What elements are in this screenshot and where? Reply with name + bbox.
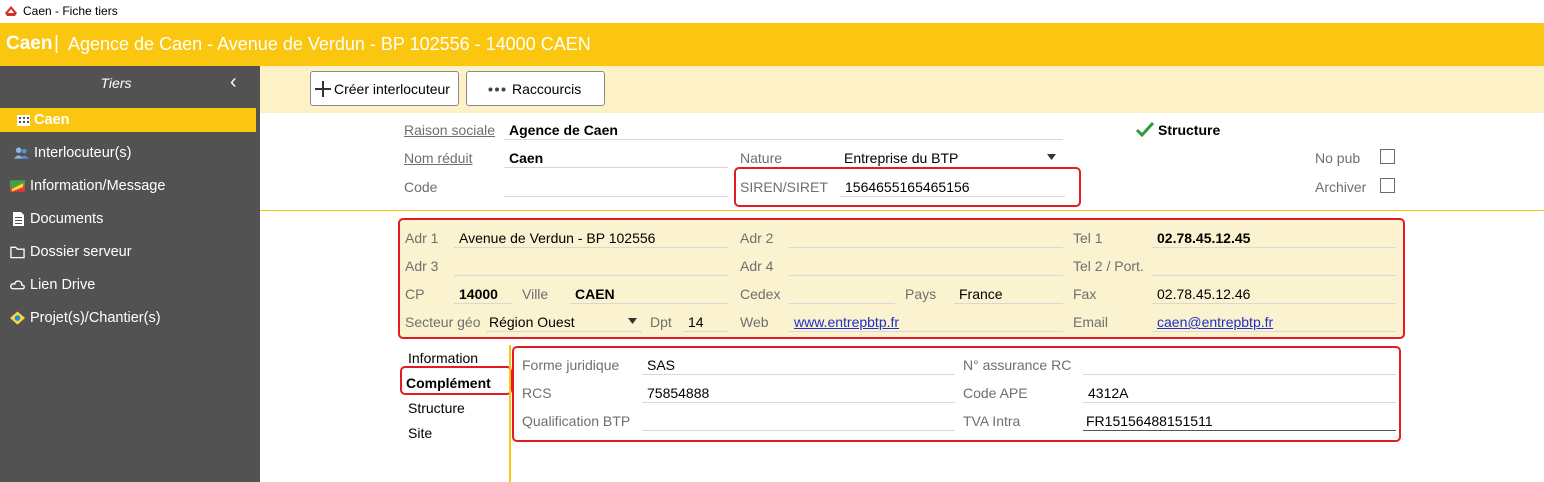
project-icon: [10, 311, 25, 325]
toolbar: Créer interlocuteur Raccourcis: [260, 66, 1544, 113]
shortcuts-button[interactable]: Raccourcis: [466, 71, 605, 106]
chevron-down-icon: [1047, 154, 1056, 160]
sidebar-item-information-message[interactable]: Information/Message: [0, 174, 256, 198]
check-icon: [1136, 121, 1154, 137]
page-header: Caen | Agence de Caen - Avenue de Verdun…: [0, 23, 1544, 66]
sidebar-item-label: Lien Drive: [30, 277, 96, 293]
code-label: Code: [404, 179, 438, 195]
nature-label: Nature: [740, 150, 783, 166]
folder-icon: [10, 246, 25, 259]
cloud-icon: [10, 280, 25, 290]
sidebar-item-documents[interactable]: Documents: [0, 207, 256, 231]
structure-status: Structure: [1158, 122, 1221, 138]
archiver-label: Archiver: [1315, 179, 1367, 195]
window-titlebar: Caen - Fiche tiers: [0, 0, 1544, 23]
siren-highlight: [734, 167, 1081, 207]
tab-information[interactable]: Information: [408, 350, 478, 366]
no-pub-label: No pub: [1315, 150, 1361, 166]
tab-divider: [509, 345, 511, 482]
document-icon: [13, 212, 24, 226]
sidebar-item-label: Projet(s)/Chantier(s): [30, 310, 161, 326]
sidebar-item-label: Information/Message: [30, 178, 166, 194]
raison-sociale-field[interactable]: Agence de Caen: [509, 122, 618, 138]
no-pub-checkbox[interactable]: [1380, 149, 1395, 164]
sidebar-item-dossier-serveur[interactable]: Dossier serveur: [0, 240, 256, 264]
sidebar-item-projets-chantiers[interactable]: Projet(s)/Chantier(s): [0, 306, 256, 330]
sidebar-item-interlocuteurs[interactable]: Interlocuteur(s): [0, 141, 256, 165]
tab-site[interactable]: Site: [408, 425, 432, 441]
shortcuts-label: Raccourcis: [512, 81, 582, 97]
field-underline: [504, 139, 1063, 140]
sidebar-title: Tiers: [100, 75, 132, 91]
tab-complement-highlight: [400, 366, 512, 395]
sidebar-item-label: Caen: [34, 112, 70, 128]
building-icon: [17, 115, 30, 126]
plus-icon: [315, 81, 331, 97]
app-logo-icon: [5, 6, 17, 16]
more-dots-icon: [488, 87, 506, 92]
nom-reduit-label: Nom réduit: [404, 150, 473, 166]
nom-reduit-field[interactable]: Caen: [509, 150, 543, 166]
sidebar-item-lien-drive[interactable]: Lien Drive: [0, 273, 256, 297]
nature-select[interactable]: Entreprise du BTP: [840, 148, 1065, 168]
collapse-sidebar-icon[interactable]: ‹: [230, 71, 237, 94]
sidebar: Tiers ‹ Caen Interlocuteur(s) Informatio…: [0, 66, 260, 482]
complement-highlight: [512, 346, 1401, 442]
window-title: Caen - Fiche tiers: [23, 4, 118, 18]
field-underline: [504, 167, 728, 168]
address-highlight: [398, 218, 1405, 339]
archiver-checkbox[interactable]: [1380, 178, 1395, 193]
create-contact-button[interactable]: Créer interlocuteur: [310, 71, 459, 106]
sidebar-item-label: Dossier serveur: [30, 244, 132, 260]
sidebar-item-label: Documents: [30, 211, 104, 227]
section-divider: [260, 210, 1544, 211]
field-underline: [504, 196, 728, 197]
sidebar-item-caen[interactable]: Caen: [0, 108, 256, 132]
flag-icon: [10, 180, 25, 192]
raison-sociale-label: Raison sociale: [404, 122, 496, 138]
nature-value: Entreprise du BTP: [844, 150, 959, 166]
sidebar-item-label: Interlocuteur(s): [34, 145, 132, 161]
tab-structure[interactable]: Structure: [408, 400, 465, 416]
header-address: Agence de Caen - Avenue de Verdun - BP 1…: [68, 34, 591, 54]
people-icon: [14, 147, 29, 159]
header-separator: |: [54, 33, 59, 54]
header-name: Caen: [6, 33, 53, 54]
create-contact-label: Créer interlocuteur: [334, 81, 450, 97]
